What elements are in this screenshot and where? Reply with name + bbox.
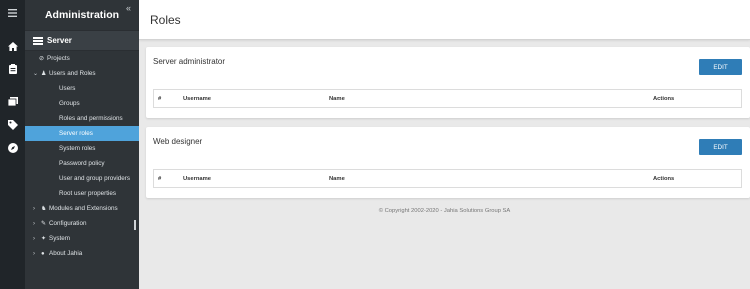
- sidebar-item-configuration[interactable]: › ✎ Configuration: [25, 216, 139, 231]
- sidebar-item-label: Users: [59, 85, 76, 92]
- sidebar: Administration « Server ⊘ Projects ⌄ ♟ U…: [25, 0, 139, 289]
- chevron-right-icon[interactable]: ›: [33, 236, 41, 242]
- role-card-server-administrator: Server administrator EDIT # Username Nam…: [146, 47, 750, 118]
- sidebar-item-label: System: [49, 235, 70, 242]
- server-section-header[interactable]: Server: [25, 30, 139, 51]
- role-title: Web designer: [153, 137, 203, 146]
- chevron-right-icon[interactable]: ›: [33, 206, 41, 212]
- sidebar-title: Administration: [44, 9, 120, 21]
- sidebar-item-label: System roles: [59, 145, 96, 152]
- page-header: Roles: [139, 0, 750, 40]
- edit-button[interactable]: EDIT: [699, 139, 742, 155]
- hamburger-icon[interactable]: [0, 5, 25, 21]
- page-title: Roles: [150, 12, 181, 27]
- chevron-right-icon[interactable]: ›: [33, 251, 41, 257]
- chevron-right-icon[interactable]: ›: [33, 221, 41, 227]
- sidebar-item-label: Groups: [59, 100, 80, 107]
- home-icon[interactable]: [0, 38, 25, 54]
- projects-icon: ⊘: [39, 56, 45, 62]
- collapse-sidebar-icon[interactable]: «: [126, 3, 131, 13]
- sidebar-item-label: Password policy: [59, 160, 105, 167]
- sidebar-header: Administration «: [25, 0, 139, 30]
- clipboard-icon[interactable]: [0, 61, 25, 77]
- sidebar-item-label: Users and Roles: [49, 70, 96, 77]
- column-header-number: #: [158, 175, 162, 182]
- sidebar-item-label: About Jahia: [49, 250, 83, 257]
- wrench-icon: ✎: [41, 221, 47, 227]
- column-header-username: Username: [183, 95, 212, 102]
- sidebar-item-about-jahia[interactable]: › ● About Jahia: [25, 246, 139, 261]
- column-header-actions: Actions: [653, 175, 675, 182]
- role-title: Server administrator: [153, 57, 226, 66]
- edit-button[interactable]: EDIT: [699, 59, 742, 75]
- sidebar-item-roles-and-permissions[interactable]: Roles and permissions: [25, 111, 139, 126]
- sidebar-item-users-and-roles[interactable]: ⌄ ♟ Users and Roles: [25, 66, 139, 81]
- table-header: # Username Name Actions: [153, 169, 742, 188]
- main-content: Roles Server administrator EDIT # Userna…: [139, 0, 750, 289]
- system-icon: ✦: [41, 236, 47, 242]
- column-header-username: Username: [183, 175, 212, 182]
- table-header: # Username Name Actions: [153, 89, 742, 108]
- column-header-name: Name: [329, 175, 345, 182]
- icon-rail: [0, 0, 25, 289]
- sidebar-item-projects[interactable]: ⊘ Projects: [25, 51, 139, 66]
- sidebar-nav: ⊘ Projects ⌄ ♟ Users and Roles Users Gro…: [25, 51, 139, 261]
- column-header-number: #: [158, 95, 162, 102]
- gallery-icon[interactable]: [0, 93, 25, 109]
- sidebar-item-users[interactable]: Users: [25, 81, 139, 96]
- tag-icon[interactable]: [0, 117, 25, 133]
- info-icon: ●: [41, 250, 45, 257]
- column-header-actions: Actions: [653, 95, 675, 102]
- sidebar-item-modules-and-extensions[interactable]: › ♞ Modules and Extensions: [25, 201, 139, 216]
- sidebar-item-label: Server roles: [59, 130, 93, 137]
- sidebar-item-label: Roles and permissions: [59, 115, 123, 122]
- sidebar-item-password-policy[interactable]: Password policy: [25, 156, 139, 171]
- sidebar-item-system[interactable]: › ✦ System: [25, 231, 139, 246]
- sidebar-item-root-user-properties[interactable]: Root user properties: [25, 186, 139, 201]
- list-icon: [33, 36, 43, 45]
- sidebar-scrollbar[interactable]: [134, 220, 136, 230]
- sidebar-item-label: Modules and Extensions: [49, 205, 118, 212]
- copyright-footer: © Copyright 2002-2020 - Jahia Solutions …: [378, 208, 511, 214]
- users-icon: ♟: [41, 71, 47, 77]
- sidebar-item-label: Configuration: [49, 220, 87, 227]
- compass-icon[interactable]: [0, 140, 25, 156]
- sidebar-item-user-and-group-providers[interactable]: User and group providers: [25, 171, 139, 186]
- sidebar-item-label: User and group providers: [59, 175, 131, 182]
- column-header-name: Name: [329, 95, 345, 102]
- role-card-web-designer: Web designer EDIT # Username Name Action…: [146, 127, 750, 198]
- sidebar-item-label: Root user properties: [59, 190, 117, 197]
- chevron-down-icon[interactable]: ⌄: [33, 70, 41, 77]
- sidebar-item-system-roles[interactable]: System roles: [25, 141, 139, 156]
- sidebar-item-server-roles[interactable]: Server roles: [25, 126, 139, 141]
- server-section-label: Server: [47, 36, 72, 45]
- sidebar-item-label: Projects: [47, 55, 70, 62]
- sidebar-item-groups[interactable]: Groups: [25, 96, 139, 111]
- modules-icon: ♞: [41, 206, 47, 212]
